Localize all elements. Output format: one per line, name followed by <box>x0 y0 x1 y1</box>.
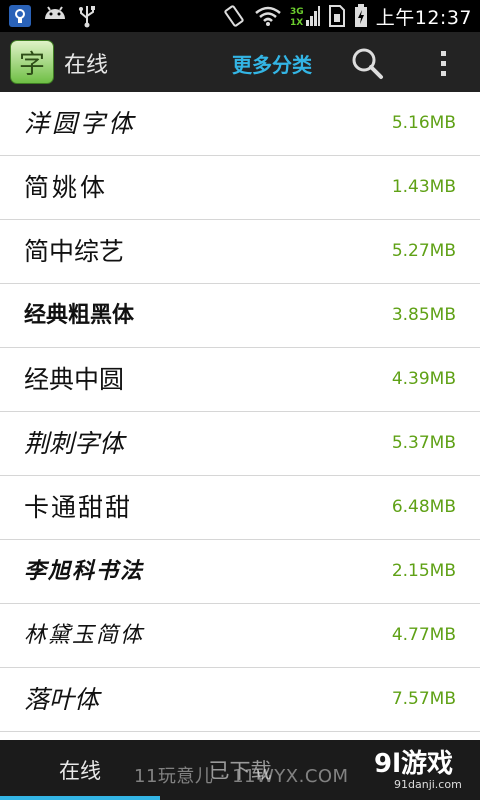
font-name: 简姚体 <box>24 173 109 202</box>
signal-3g-icon: 3G 1X <box>290 4 320 28</box>
android-icon <box>42 5 68 27</box>
font-name: 李旭科书法 <box>24 558 145 584</box>
font-size: 5.27MB <box>391 241 456 261</box>
tab-selected-indicator <box>0 796 160 800</box>
font-list-item[interactable]: 荆刺字体 5.37MB <box>0 412 480 476</box>
font-list-item[interactable]: 落叶体 7.57MB <box>0 668 480 732</box>
font-size: 7.57MB <box>391 689 456 709</box>
watermark-text: 11玩意儿 · 11WYX.COM <box>134 766 349 787</box>
app-logo[interactable]: 字 <box>10 40 54 84</box>
font-name: 经典粗黑体 <box>24 303 135 328</box>
font-name: 落叶体 <box>24 685 100 714</box>
search-button[interactable] <box>350 46 384 80</box>
font-size: 4.77MB <box>391 625 456 645</box>
font-name: 洋圆字体 <box>24 109 137 138</box>
font-size: 3.85MB <box>391 305 456 325</box>
overflow-dot-icon <box>440 70 446 76</box>
watermark-logo-url: 91danji.com <box>394 778 462 791</box>
font-list-item[interactable]: 李旭科书法 2.15MB <box>0 540 480 604</box>
overflow-menu-button[interactable] <box>432 46 454 80</box>
page-title: 在线 <box>64 53 109 78</box>
font-size: 1.43MB <box>391 177 456 197</box>
screen: 3G 1X 上午12:37 字 在线 更多分类 洋圆字体 5.16MB 简姚体 … <box>0 0 480 800</box>
font-name: 经典中圆 <box>24 365 125 394</box>
font-list-item[interactable]: 卡通甜甜 6.48MB <box>0 476 480 540</box>
font-size: 6.48MB <box>391 497 456 517</box>
network-3g-text: 3G <box>290 7 304 17</box>
font-size: 5.16MB <box>391 113 456 133</box>
font-list-item[interactable]: 简姚体 1.43MB <box>0 156 480 220</box>
status-bar: 3G 1X 上午12:37 <box>0 0 480 32</box>
sim-card-icon <box>328 4 346 28</box>
network-1x-text: 1X <box>290 18 303 28</box>
status-time: 上午12:37 <box>375 6 472 29</box>
font-name: 林黛玉简体 <box>24 623 145 648</box>
font-list-item[interactable]: 经典粗黑体 3.85MB <box>0 284 480 348</box>
font-size: 2.15MB <box>391 561 456 581</box>
font-name: 荆刺字体 <box>24 429 125 458</box>
font-list-item[interactable]: 洋圆字体 5.16MB <box>0 92 480 156</box>
rotate-icon <box>222 4 246 28</box>
more-categories-button[interactable]: 更多分类 <box>232 49 312 78</box>
font-name: 简中综艺 <box>24 237 125 266</box>
search-icon <box>352 48 383 79</box>
status-notifications <box>8 3 96 29</box>
battery-charging-icon <box>354 4 368 28</box>
usb-icon <box>78 4 96 28</box>
font-list-item[interactable]: 经典中圆 4.39MB <box>0 348 480 412</box>
font-list-item[interactable]: 林黛玉简体 4.77MB <box>0 604 480 668</box>
overflow-dot-icon <box>440 50 446 56</box>
status-indicators: 3G 1X 上午12:37 <box>222 0 472 32</box>
font-size: 4.39MB <box>391 369 456 389</box>
font-name: 卡通甜甜 <box>24 493 133 522</box>
font-list: 洋圆字体 5.16MB 简姚体 1.43MB 简中综艺 5.27MB 经典粗黑体… <box>0 92 480 740</box>
font-list-item[interactable]: 简中综艺 5.27MB <box>0 220 480 284</box>
sim-notification-icon <box>8 4 32 28</box>
app-logo-char: 字 <box>18 49 45 80</box>
watermark-logo-text: 9l游戏 <box>374 749 454 779</box>
wifi-icon <box>254 5 282 27</box>
watermark-logo: 9l游戏 91danji.com <box>374 750 474 796</box>
action-bar: 字 在线 更多分类 <box>0 32 480 93</box>
overflow-dot-icon <box>440 60 446 66</box>
font-size: 5.37MB <box>391 433 456 453</box>
